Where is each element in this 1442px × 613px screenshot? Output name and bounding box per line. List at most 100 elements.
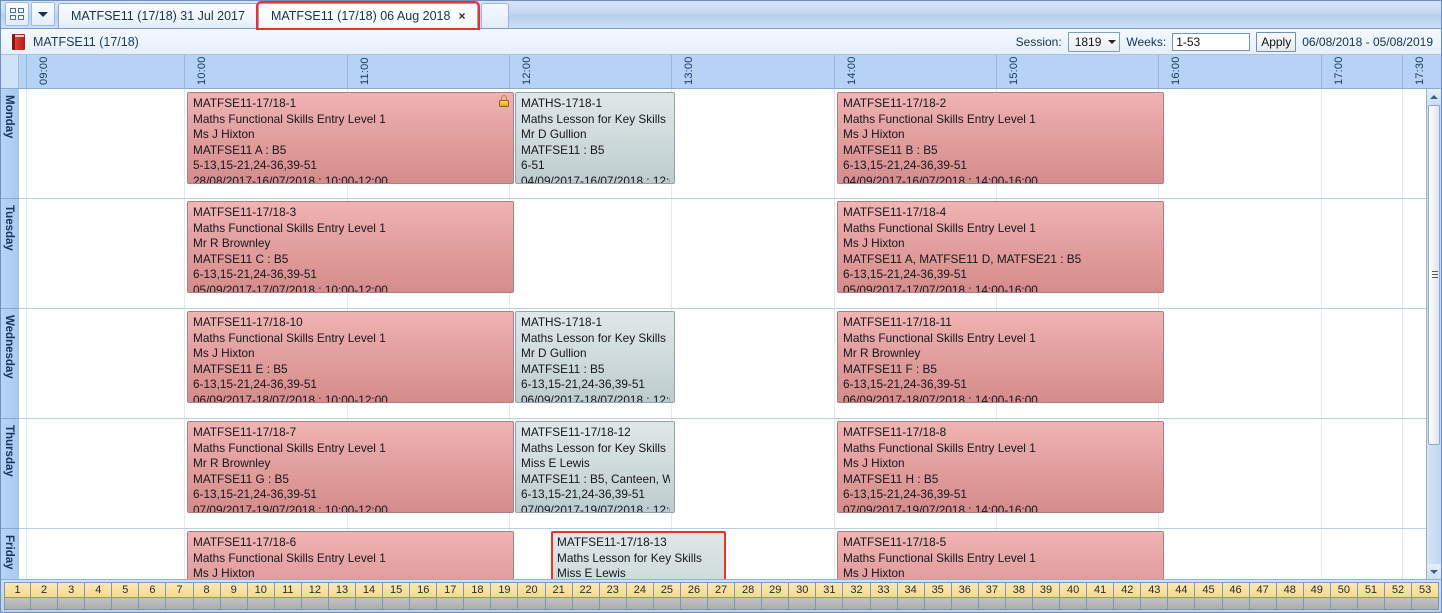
week-bar[interactable] [951,597,979,610]
week-bar[interactable] [437,597,465,610]
week-column[interactable]: 26 [680,582,709,610]
week-bar[interactable] [897,597,925,610]
week-column[interactable]: 42 [1114,582,1142,610]
week-column[interactable]: 30 [789,582,817,610]
week-number[interactable]: 29 [762,582,790,597]
week-bar[interactable] [1357,597,1385,610]
week-number[interactable]: 13 [328,582,357,597]
week-column[interactable]: 11 [274,582,302,610]
week-bar[interactable] [978,597,1006,610]
week-number[interactable]: 5 [112,582,140,597]
week-bar[interactable] [1222,597,1250,610]
day-label-friday[interactable]: Friday [1,529,19,579]
week-bar[interactable] [193,597,221,610]
week-column[interactable]: 2 [31,582,59,610]
week-column[interactable]: 27 [708,582,736,610]
week-bar[interactable] [626,597,654,610]
week-number[interactable]: 12 [301,582,329,597]
week-number[interactable]: 4 [85,582,113,597]
week-column[interactable]: 18 [464,582,492,610]
week-bar[interactable] [1276,597,1304,610]
week-number[interactable]: 20 [518,582,546,597]
week-column[interactable]: 28 [735,582,763,610]
week-column[interactable]: 34 [897,582,925,610]
week-bar[interactable] [518,597,546,610]
scroll-down-button[interactable] [1427,564,1441,579]
week-bar[interactable] [924,597,952,610]
event-maths-1718-1-mon[interactable]: MATHS-1718-1 Maths Lesson for Key Skills M… [515,92,675,184]
week-number[interactable]: 46 [1222,582,1250,597]
event-matfse11-17-18-7[interactable]: MATFSE11-17/18-7 Maths Functional Skills … [187,421,514,513]
week-number[interactable]: 34 [897,582,925,597]
event-matfse11-17-18-8[interactable]: MATFSE11-17/18-8 Maths Functional Skills … [837,421,1164,513]
schedule-canvas[interactable]: MATFSE11-17/18-1 Maths Functional Skills … [19,89,1441,579]
week-number[interactable]: 10 [247,582,275,597]
week-bar[interactable] [572,597,600,610]
week-column[interactable]: 40 [1060,582,1088,610]
week-bar[interactable] [112,597,140,610]
week-bar[interactable] [1060,597,1088,610]
week-bar[interactable] [383,597,411,610]
week-bar[interactable] [1249,597,1277,610]
week-column[interactable]: 14 [356,582,384,610]
week-column[interactable]: 49 [1303,582,1331,610]
week-column[interactable]: 23 [599,582,627,610]
week-bar[interactable] [843,597,871,610]
week-number[interactable]: 9 [220,582,248,597]
week-number[interactable]: 22 [572,582,600,597]
week-bar[interactable] [410,597,438,610]
week-column[interactable]: 4 [85,582,113,610]
week-number[interactable]: 6 [139,582,167,597]
week-number[interactable]: 35 [924,582,952,597]
week-number[interactable]: 23 [599,582,627,597]
week-column[interactable]: 15 [383,582,411,610]
week-bar[interactable] [1330,597,1358,610]
week-number[interactable]: 18 [464,582,492,597]
week-bar[interactable] [1195,597,1223,610]
week-bar[interactable] [708,597,736,610]
week-number[interactable]: 21 [545,582,573,597]
week-column[interactable]: 50 [1330,582,1358,610]
week-number[interactable]: 47 [1249,582,1277,597]
week-bar[interactable] [85,597,113,610]
week-bar[interactable] [1384,597,1413,610]
day-label-tuesday[interactable]: Tuesday [1,199,19,309]
week-column[interactable]: 53 [1412,582,1440,610]
week-column[interactable]: 24 [626,582,654,610]
week-number[interactable]: 52 [1384,582,1413,597]
grid-view-button[interactable] [5,2,29,26]
week-column[interactable]: 1 [4,582,32,610]
week-column[interactable]: 46 [1222,582,1250,610]
week-bar[interactable] [653,597,681,610]
week-number[interactable]: 36 [951,582,979,597]
week-column[interactable]: 17 [437,582,465,610]
week-number[interactable]: 2 [31,582,59,597]
week-column[interactable]: 39 [1032,582,1061,610]
week-column[interactable]: 16 [410,582,438,610]
week-number[interactable]: 24 [626,582,654,597]
week-number[interactable]: 26 [680,582,709,597]
week-column[interactable]: 21 [545,582,573,610]
event-matfse11-17-18-13[interactable]: MATFSE11-17/18-13 Maths Lesson for Key Sk… [551,531,726,579]
week-bar[interactable] [735,597,763,610]
week-column[interactable]: 3 [58,582,86,610]
apply-button[interactable]: Apply [1256,31,1297,52]
week-bar[interactable] [762,597,790,610]
vertical-scrollbar[interactable] [1426,89,1441,579]
week-bar[interactable] [274,597,302,610]
week-bar[interactable] [1005,597,1033,610]
week-bar[interactable] [1168,597,1196,610]
tab-matfse11-06aug2018[interactable]: MATFSE11 (17/18) 06 Aug 2018 × [255,1,481,30]
week-number[interactable]: 45 [1195,582,1223,597]
week-number[interactable]: 3 [58,582,86,597]
week-number[interactable]: 32 [843,582,871,597]
tab-placeholder[interactable] [481,3,510,28]
week-bar[interactable] [31,597,59,610]
event-matfse11-17-18-4[interactable]: MATFSE11-17/18-4 Maths Functional Skills … [837,201,1164,293]
week-column[interactable]: 7 [166,582,194,610]
weeks-input[interactable] [1172,32,1251,51]
week-column[interactable]: 43 [1141,582,1169,610]
week-number[interactable]: 33 [870,582,898,597]
week-column[interactable]: 25 [653,582,681,610]
week-number[interactable]: 39 [1032,582,1061,597]
